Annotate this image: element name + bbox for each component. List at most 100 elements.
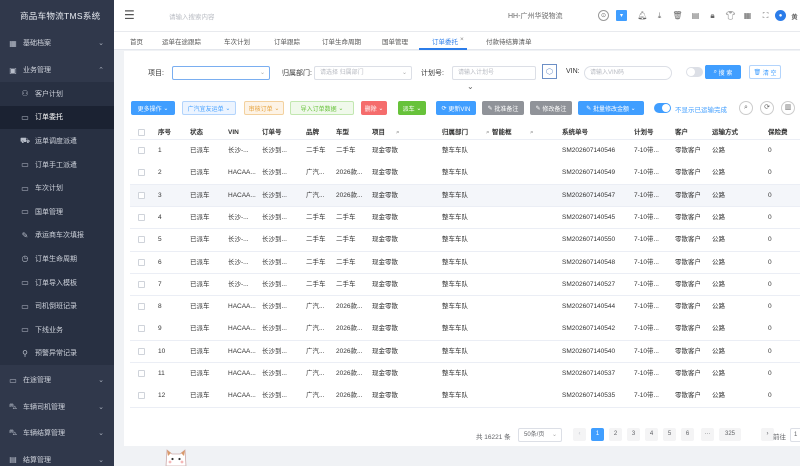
page-button[interactable]: 4 [645, 428, 658, 441]
row-checkbox[interactable] [138, 280, 145, 288]
sidebar-item-5[interactable]: ▭ 国单管理 [0, 200, 114, 224]
dropdown-icon[interactable]: ▾ [616, 10, 627, 21]
update-vin-button[interactable]: ⟳ 更新VIN [436, 101, 476, 115]
avatar[interactable]: ● [775, 10, 786, 21]
table-row[interactable]: 9 已派车 HACAA... 长沙到... 广汽... 2026款... 现金零散 整车车队 S… [130, 318, 800, 341]
goto-input[interactable]: 1 [790, 428, 800, 442]
table-row[interactable]: 6 已派车 长沙-... 长沙到... 二手车 二手车 现金零散 整车车队 SM20260714… [130, 251, 800, 274]
sidebar-item-10[interactable]: ▭ 下线业务 [0, 318, 114, 342]
audit-order-button[interactable]: 审核订单 ⌄ [244, 101, 284, 115]
search-icon[interactable]: ⌕ [739, 101, 753, 115]
table-row[interactable]: 7 已派车 长沙-... 长沙到... 二手车 二手车 现金零散 整车车队 SM20260714… [130, 273, 800, 297]
sidebar-item-7[interactable]: ◷ 订单生命周期 [0, 247, 114, 271]
company-name[interactable]: HH-广州华锐物流 [508, 11, 562, 21]
page-button[interactable]: 6 [681, 428, 694, 441]
sidebar-item-8[interactable]: ▭ 订单导入模板 [0, 270, 114, 295]
tab-payment-pending[interactable]: 付款待结算清单 [486, 36, 532, 46]
vin-toggle[interactable] [686, 67, 703, 77]
column-header[interactable]: 项目 [372, 126, 385, 140]
column-header[interactable]: 保险费 [768, 126, 788, 140]
row-checkbox[interactable] [138, 392, 145, 400]
sidebar-item-11[interactable]: ⚲ 预警异常记录 [0, 341, 114, 366]
plan-input[interactable]: 请输入计划号 [452, 66, 536, 80]
page-button[interactable]: ··· [701, 428, 714, 441]
search-button[interactable]: ⌕ 搜 索 [705, 65, 741, 79]
row-checkbox[interactable] [138, 303, 145, 311]
menu-toggle-icon[interactable]: ☰ [124, 8, 135, 22]
sidebar-group-bottom-3[interactable]: ▤ 结算管理 ⌄ [0, 447, 114, 466]
row-checkbox[interactable] [138, 347, 145, 355]
shirt-icon[interactable]: 👕︎ [725, 10, 736, 21]
batch-amount-button[interactable]: ✎ 批量修改金额 ⌄ [578, 101, 644, 115]
row-checkbox[interactable] [138, 191, 145, 199]
theme-icon[interactable]: ⊙ [598, 10, 609, 21]
select-all-checkbox[interactable] [138, 129, 145, 136]
global-search-input[interactable]: 请输入搜索内容 [169, 11, 215, 21]
column-header[interactable]: 运输方式 [712, 126, 738, 140]
tab-order-lifecycle[interactable]: 订单生命周期 [322, 36, 361, 46]
tab-order-tracking[interactable]: 订单跟踪 [274, 36, 300, 46]
table-row[interactable]: 8 已派车 HACAA... 长沙到... 广汽... 2026款... 现金零散 整车车队 S… [130, 296, 800, 319]
sidebar-group-bottom-2[interactable]: ⛍ 车辆结算管理 ⌄ [0, 420, 114, 446]
column-header[interactable]: 品牌 [306, 126, 319, 140]
row-checkbox[interactable] [138, 370, 145, 377]
table-row[interactable]: 2 已派车 HACAA... 长沙到... 广汽... 2026款... 现金零散 整车车队 S… [130, 162, 800, 185]
column-header[interactable]: 客户 [675, 126, 688, 140]
tab-home[interactable]: 首页 [130, 36, 143, 46]
row-checkbox[interactable] [138, 169, 145, 177]
table-row[interactable]: 12 已派车 HACAA... 长沙到... 广汽... 2026款... 现金零散 整车车队… [130, 385, 800, 408]
tab-trip-plan[interactable]: 车次计划 [224, 36, 250, 46]
row-checkbox[interactable] [138, 258, 145, 266]
table-row[interactable]: 5 已派车 长沙-... 长沙到... 二手车 二手车 现金零散 整车车队 SM20260714… [130, 229, 800, 252]
page-size-select[interactable]: 50条/页 ⌄ [518, 428, 562, 442]
dispatch-button[interactable]: 派车 ⌄ [398, 101, 426, 115]
user-name[interactable]: 黄 [789, 10, 800, 21]
table-row[interactable]: 1 已派车 长沙-... 长沙到... 二手车 二手车 现金零散 整车车队 SM20260714… [130, 140, 800, 163]
page-button[interactable]: 3 [627, 428, 640, 441]
delete-button[interactable]: 删除 ⌄ [361, 101, 387, 115]
page-button[interactable]: 2 [609, 428, 622, 441]
sidebar-item-3[interactable]: ▭ 订单手工派遣 [0, 152, 114, 177]
trash-icon[interactable]: 🗑︎ [672, 10, 683, 21]
table-row[interactable]: 11 已派车 HACAA... 长沙到... 广汽... 2026款... 现金零散 整车车队… [130, 363, 800, 386]
prev-page-button[interactable]: ‹ [573, 428, 586, 441]
row-checkbox[interactable] [138, 236, 145, 244]
sidebar-group-basic[interactable]: ▦ 基础档案 ⌄ [0, 30, 114, 56]
lock-icon[interactable]: 🔒︎ [707, 10, 718, 21]
clear-button[interactable]: 🗑︎ 清 空 [749, 65, 781, 79]
tab-order-entrust[interactable]: 订单委托 [432, 36, 458, 46]
filter-icon[interactable]: ⌕ [396, 126, 400, 140]
column-header[interactable]: 归属部门 [442, 126, 468, 140]
filter-icon[interactable]: ⌕ [530, 126, 534, 140]
page-button[interactable]: 1 [591, 428, 604, 441]
refresh-icon[interactable]: ⟳ [760, 101, 774, 115]
sidebar-item-6[interactable]: ✎ 承运商车次填报 [0, 223, 114, 248]
import-orders-button[interactable]: 导入订单数据 ⌄ [290, 101, 354, 115]
tab-national-order[interactable]: 国单管理 [382, 36, 408, 46]
fullscreen-icon[interactable]: ⛶ [760, 10, 771, 21]
column-header[interactable]: 系统单号 [562, 126, 588, 140]
row-checkbox[interactable] [138, 213, 145, 221]
column-header[interactable]: 订单号 [262, 126, 282, 140]
sidebar-group-business[interactable]: ▣ 业务管理 ⌃ [0, 57, 114, 83]
tab-waybill-tracking[interactable]: 运单在途跟踪 [162, 36, 201, 46]
bell-icon[interactable]: 🔔︎ [637, 10, 648, 21]
row-checkbox[interactable] [138, 325, 145, 333]
grid-icon[interactable]: ▦ [742, 10, 753, 21]
tab-close-icon[interactable]: × [460, 36, 464, 43]
download-icon[interactable]: ⤓ [654, 10, 665, 21]
collapse-chevron-icon[interactable]: ⌄ [467, 82, 474, 91]
more-actions-button[interactable]: 更多操作 ⌄ [131, 101, 175, 115]
sidebar-group-bottom-1[interactable]: ⛍ 车辆司机管理 ⌄ [0, 394, 114, 420]
approve-remark-button[interactable]: ✎ 批准备注 [482, 101, 524, 115]
sidebar-item-9[interactable]: ▭ 司机倒班记录 [0, 294, 114, 318]
table-row[interactable]: 4 已派车 长沙-... 长沙到... 二手车 二手车 现金零散 整车车队 SM20260714… [130, 206, 800, 230]
guangqi-waybill-button[interactable]: 广汽宜友运单 ⌄ [182, 101, 236, 115]
filter-icon[interactable]: ⌕ [486, 126, 490, 140]
page-button[interactable]: 5 [663, 428, 676, 441]
column-header[interactable]: 序号 [158, 126, 171, 140]
columns-icon[interactable]: ▥ [781, 101, 795, 115]
sidebar-item-4[interactable]: ▭ 车次计划 [0, 176, 114, 200]
column-header[interactable]: 计划号 [634, 126, 654, 140]
page-button[interactable]: 325 [719, 428, 741, 441]
